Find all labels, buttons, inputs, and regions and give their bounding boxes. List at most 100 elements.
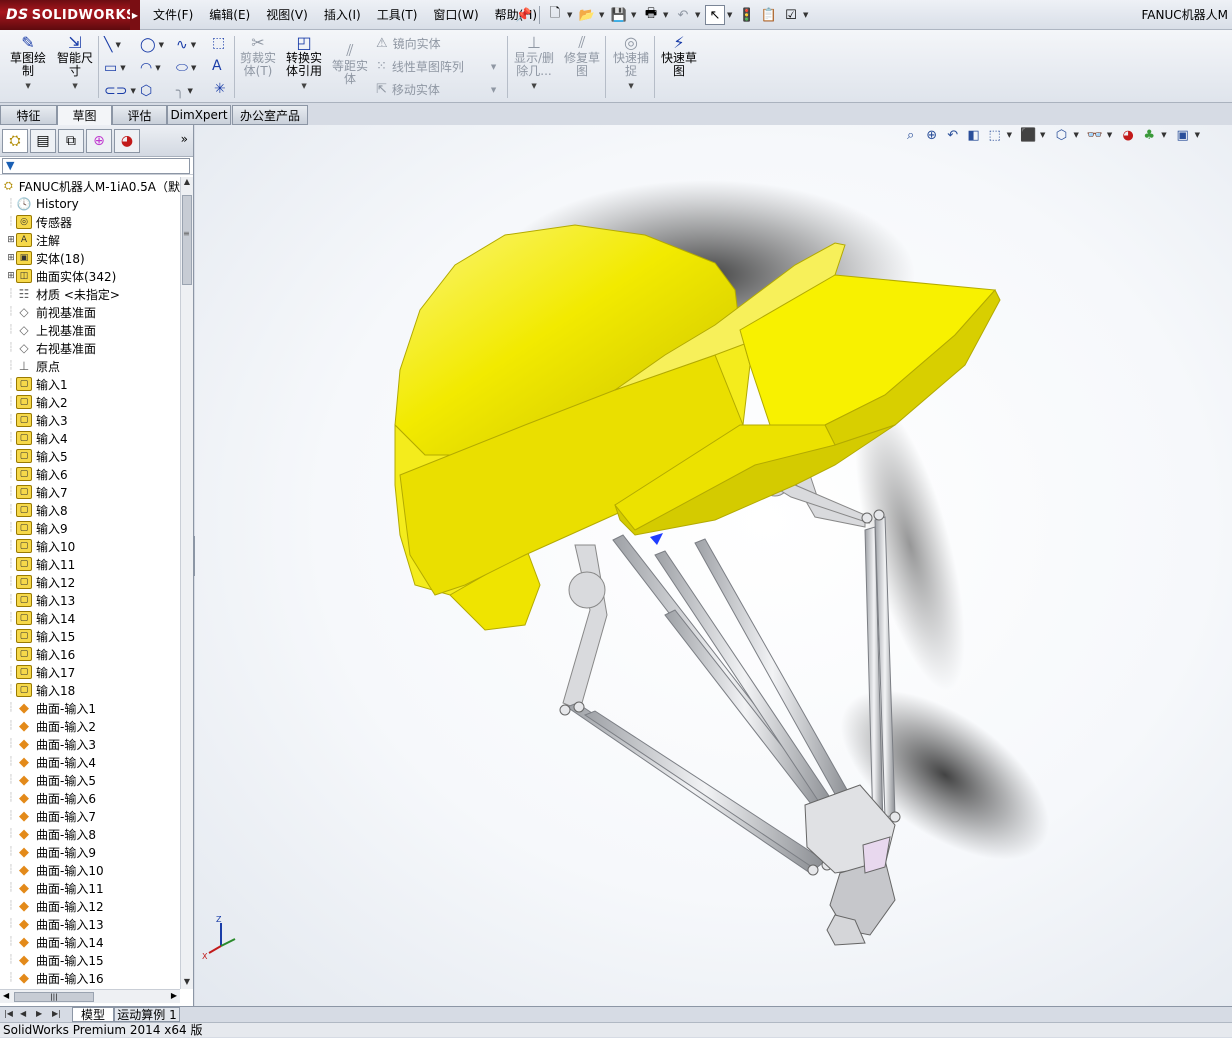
tree-item[interactable]: ┆ ◇ 前视基准面 [0,303,180,321]
tree-horizontal-scrollbar[interactable]: ◀ ||| ▶ [0,989,180,1003]
chevron-down-icon[interactable]: ▼ [1073,131,1078,139]
expand-icon[interactable]: ⊞ [6,235,16,245]
chevron-down-icon[interactable]: ▼ [1007,131,1012,139]
tree-item[interactable]: ┆ ◆ 曲面-输入9 [0,843,180,861]
tree-item[interactable]: ┆ ◆ 曲面-输入13 [0,915,180,933]
tree-item[interactable]: ⊞ ▣ 实体(18) [0,249,180,267]
select-dropdown-arrow[interactable]: ▼ [727,11,735,19]
tree-item[interactable]: ┆ ◆ 曲面-输入5 [0,771,180,789]
tree-item[interactable]: ┆ ◆ 曲面-输入2 [0,717,180,735]
apply-scene-icon[interactable]: ♣ [1140,126,1158,144]
new-document-icon[interactable]: 🗋 [545,5,565,25]
tree-item[interactable]: ┆ ◆ 曲面-输入10 [0,861,180,879]
arc-icon[interactable]: ◠ ▼ [140,56,176,79]
section-view-icon[interactable]: ◧ [965,126,983,144]
save-icon[interactable]: 💾 [609,5,629,25]
ellipse-icon[interactable]: ⬭ ▼ [176,56,200,79]
print-dropdown-arrow[interactable]: ▼ [663,11,671,19]
smart-dimension-button[interactable]: ⇲ 智能尺 寸 ▼ [57,32,93,93]
rectangle-icon[interactable]: ▭ ▼ [104,56,140,79]
tree-item[interactable]: ┆ ☷ 材质 <未指定> [0,285,180,303]
chevron-down-icon[interactable]: ▼ [531,80,536,93]
tree-item[interactable]: ┆ ◎ 传感器 [0,213,180,231]
repair-sketch-button[interactable]: ⫽ 修复草 图 [564,32,600,78]
quick-snaps-button[interactable]: ◎ 快速捕 捉 ▼ [613,32,649,93]
select-pointer-icon[interactable]: ↖ [705,5,725,25]
scroll-right-icon[interactable]: ▶ [171,991,177,1000]
menu-item[interactable]: 视图(V) [258,0,316,30]
tree-item[interactable]: ┆ ▢ 输入15 [0,627,180,645]
tree-item[interactable]: ┆ ⊥ 原点 [0,357,180,375]
sketch-button[interactable]: ✎ 草图绘 制 ▼ [10,32,46,93]
feature-manager-tab-icon[interactable]: ⛭ [2,128,28,153]
tree-item[interactable]: ┆ ▢ 输入1 [0,375,180,393]
new-dropdown-arrow[interactable]: ▼ [567,11,575,19]
scroll-down-icon[interactable]: ▼ [181,977,193,989]
expand-icon[interactable]: ⊞ [6,253,16,263]
tree-item[interactable]: ┆ ◆ 曲面-输入1 [0,699,180,717]
tree-item[interactable]: ┆ ▢ 输入13 [0,591,180,609]
menu-item[interactable]: 文件(F) [145,0,201,30]
tree-root[interactable]: ⛭ FANUC机器人M-1iA0.5A（默 [0,177,180,195]
solidworks-logo[interactable]: DS SOLIDWORKS [0,0,135,30]
tree-item[interactable]: ┆ ▢ 输入5 [0,447,180,465]
circle-icon[interactable]: ◯ ▼ [140,33,176,56]
logo-menu-arrow-icon[interactable]: ▶ [130,0,140,30]
tree-item[interactable]: ⊞ A 注解 [0,231,180,249]
options-dropdown-arrow[interactable]: ▼ [803,11,811,19]
point-icon[interactable]: ✳ [214,81,226,97]
bottom-tab-0[interactable]: 模型 [72,1007,114,1022]
tab-1[interactable]: 草图 [57,105,112,125]
tree-item[interactable]: ┆ ▢ 输入8 [0,501,180,519]
chevron-down-icon[interactable]: ▼ [1107,131,1112,139]
robot-model[interactable] [195,125,1232,1006]
hide-show-items-icon[interactable]: 👓 [1086,126,1104,144]
chevron-down-icon[interactable]: ▼ [72,80,77,93]
tree-item[interactable]: ┆ ▢ 输入12 [0,573,180,591]
tree-item[interactable]: ┆ ◆ 曲面-输入8 [0,825,180,843]
tree-item[interactable]: ┆ ◆ 曲面-输入3 [0,735,180,753]
graphics-area[interactable]: ⌕ ⊕ ↶ ◧ ⬚ ▼ ⬛ ▼ ⬡ ▼ 👓 ▼ ◕ ♣ ▼ ▣ ▼ Z X [195,125,1232,1006]
save-dropdown-arrow[interactable]: ▼ [631,11,639,19]
chevron-down-icon[interactable]: ▼ [1195,131,1200,139]
fillet-icon[interactable]: ╮ ▼ [176,79,200,102]
tree-item[interactable]: ┆ ▢ 输入11 [0,555,180,573]
tree-item[interactable]: ┆ ▢ 输入7 [0,483,180,501]
tree-item[interactable]: ┆ ◆ 曲面-输入15 [0,951,180,969]
slot-icon[interactable]: ⊂⊃ ▼ [104,79,140,102]
tree-item[interactable]: ┆ ▢ 输入17 [0,663,180,681]
file-properties-icon[interactable]: 📋 [759,5,779,25]
hscroll-thumb[interactable]: ||| [14,992,94,1002]
tree-item[interactable]: ┆ ▢ 输入9 [0,519,180,537]
polygon-icon[interactable]: ⬡ [140,79,176,102]
tree-item[interactable]: ┆ ▢ 输入14 [0,609,180,627]
tree-item[interactable]: ┆ ◆ 曲面-输入4 [0,753,180,771]
tree-item[interactable]: ┆ ◆ 曲面-输入11 [0,879,180,897]
tree-filter-input[interactable]: ▼ [2,157,190,174]
expand-panel-icon[interactable]: » [181,132,188,146]
construction-geometry-icon[interactable]: ⬚ [212,35,225,51]
line-icon[interactable]: ╲ ▼ [104,33,140,56]
menu-item[interactable]: 窗口(W) [425,0,486,30]
chevron-down-icon[interactable]: ▼ [25,80,30,93]
tree-item[interactable]: ┆ ▢ 输入6 [0,465,180,483]
dynamic-annotation-view-icon[interactable]: ⬚ [986,126,1004,144]
undo-icon[interactable]: ↶ [673,5,693,25]
mirror-entities-button[interactable]: ⚠ 镜向实体 [376,35,441,52]
menu-item[interactable]: 工具(T) [369,0,426,30]
menu-item[interactable]: 插入(I) [316,0,369,30]
menu-item[interactable]: 编辑(E) [201,0,258,30]
next-tab-icon[interactable]: ▶ [36,1009,42,1018]
print-icon[interactable]: 🖶 [641,5,661,25]
open-folder-icon[interactable]: 📂 [577,5,597,25]
tree-item[interactable]: ┆ 🕓 History [0,195,180,213]
tree-item[interactable]: ┆ ▢ 输入3 [0,411,180,429]
linear-pattern-button[interactable]: ⁙ 线性草图阵列 ▼ [376,58,496,75]
display-manager-tab-icon[interactable]: ◕ [114,128,140,153]
configuration-manager-tab-icon[interactable]: ⧉ [58,128,84,153]
tree-item[interactable]: ┆ ▢ 输入18 [0,681,180,699]
zoom-to-area-icon[interactable]: ⊕ [923,126,941,144]
last-tab-icon[interactable]: ▶| [52,1009,61,1018]
scroll-up-icon[interactable]: ▲ [181,177,193,189]
chevron-down-icon[interactable]: ▼ [1040,131,1045,139]
